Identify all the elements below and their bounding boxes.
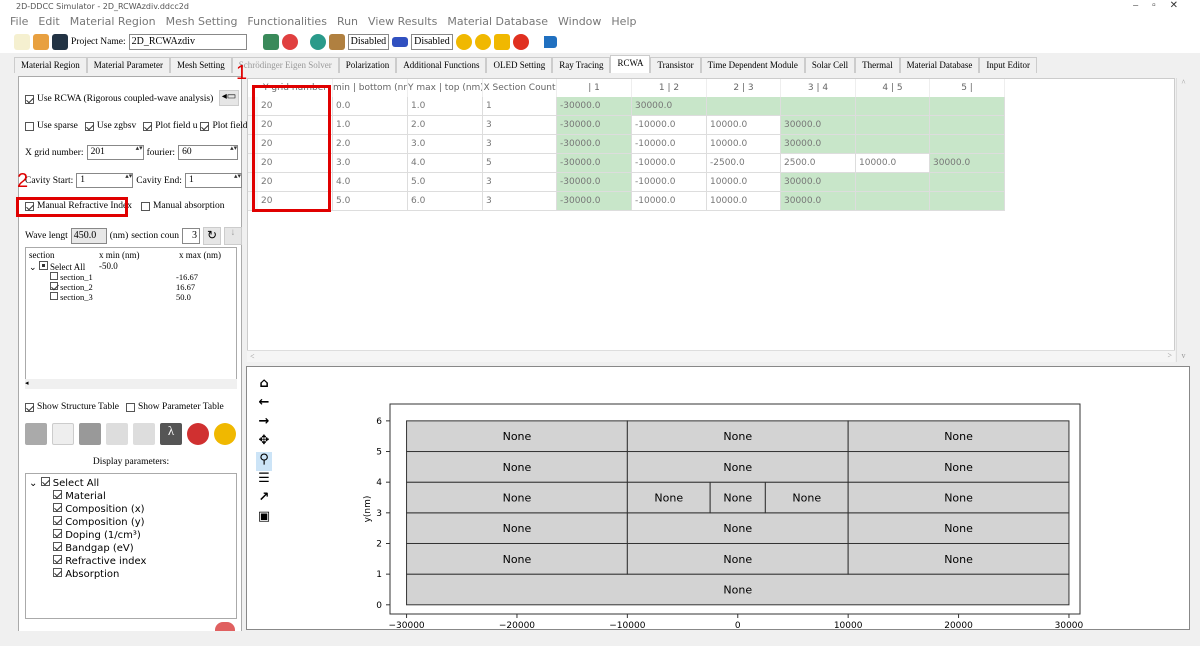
region-label: None (723, 583, 752, 596)
y-tick-label: 0 (376, 601, 382, 611)
y-tick-label: 2 (376, 539, 382, 549)
region-label: None (723, 553, 752, 566)
x-tick-label: 10000 (834, 621, 863, 631)
region-label: None (792, 492, 821, 505)
region-label: None (944, 492, 973, 505)
region-label: None (944, 461, 973, 474)
y-tick-label: 4 (376, 478, 382, 488)
region-label: None (503, 553, 532, 566)
region-label: None (503, 522, 532, 535)
region-label: None (944, 522, 973, 535)
y-axis-label: y(nm) (363, 496, 373, 523)
region-label: None (503, 461, 532, 474)
region-label: None (723, 522, 752, 535)
region-label: None (944, 553, 973, 566)
annotation-label-1: 1 (236, 62, 248, 84)
region-label: None (723, 430, 752, 443)
structure-plot[interactable]: None None None None None None None None None None… (0, 0, 1200, 646)
x-tick-label: 30000 (1055, 621, 1084, 631)
annotation-box-2 (16, 197, 128, 217)
x-tick-label: 0 (735, 621, 741, 631)
x-tick-label: 20000 (944, 621, 973, 631)
region-label: None (503, 492, 532, 505)
y-tick-label: 3 (376, 509, 382, 519)
annotation-label-2: 2 (17, 170, 29, 192)
x-tick-label: −10000 (609, 621, 645, 631)
x-tick-label: −20000 (499, 621, 535, 631)
region-label: None (503, 430, 532, 443)
region-label: None (723, 461, 752, 474)
region-label: None (654, 492, 683, 505)
y-tick-label: 5 (376, 448, 382, 458)
x-tick-label: −30000 (388, 621, 424, 631)
region-label: None (723, 492, 752, 505)
annotation-box-1 (252, 85, 331, 212)
y-tick-label: 1 (376, 570, 382, 580)
status-bar (0, 631, 1200, 646)
y-tick-label: 6 (376, 417, 382, 427)
region-label: None (944, 430, 973, 443)
